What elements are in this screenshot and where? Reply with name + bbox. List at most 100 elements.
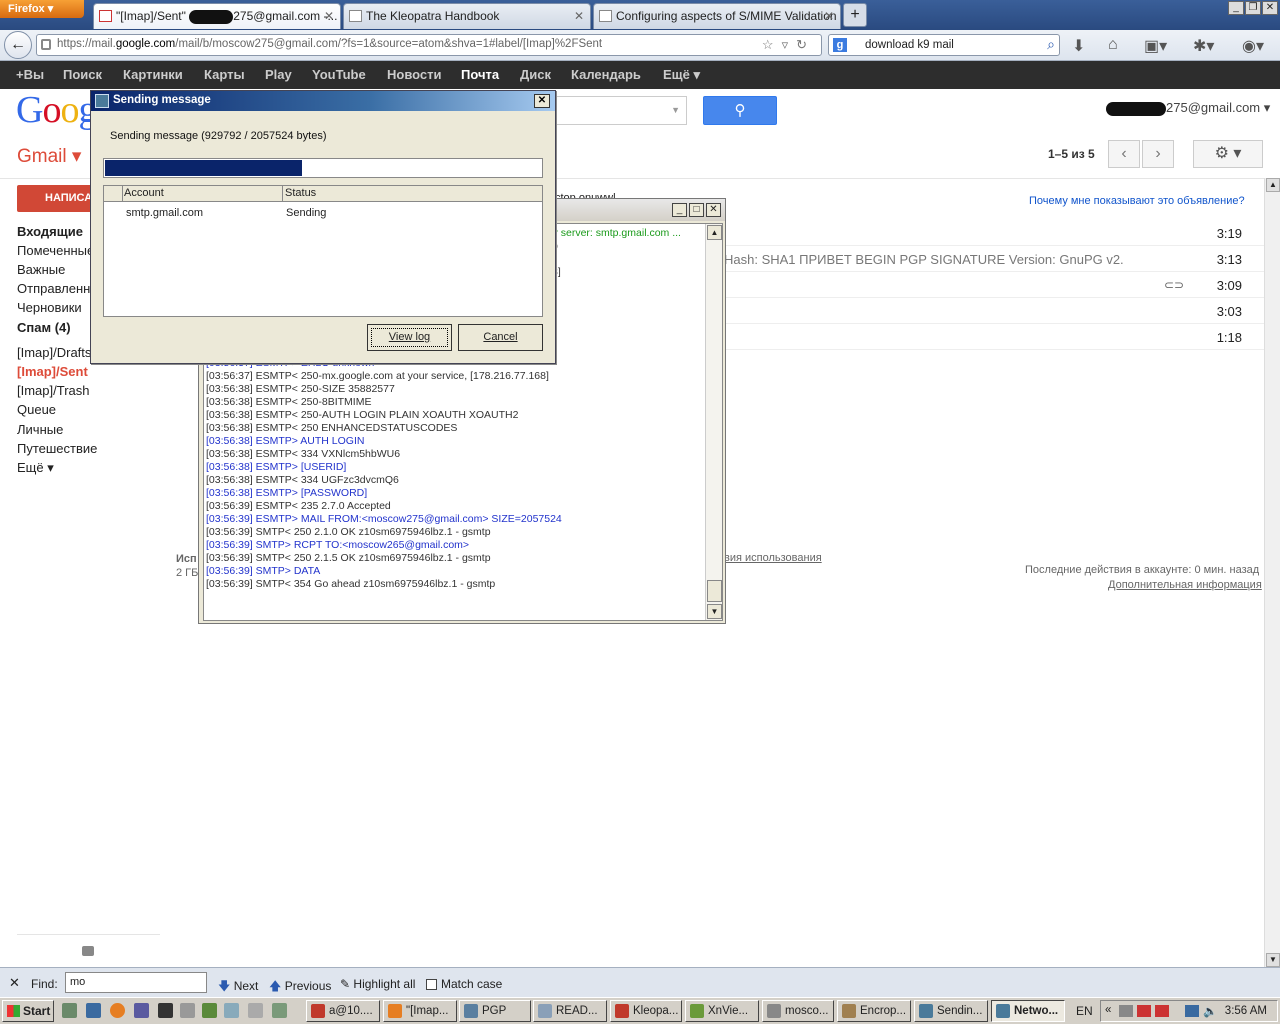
highlight-all-button[interactable]: ✎ Highlight all — [340, 977, 415, 991]
view-log-button[interactable]: View log — [367, 324, 452, 351]
quicklaunch-icon[interactable] — [224, 1003, 239, 1018]
quicklaunch-icon[interactable] — [248, 1003, 263, 1018]
bookmark-star-icon[interactable]: ☆▿↻ — [762, 37, 815, 53]
addon-icon[interactable]: ✱▾ — [1193, 36, 1214, 56]
table-row[interactable]: 3:03 — [724, 298, 1264, 324]
compose-button[interactable]: НАПИСАТЬ — [17, 185, 97, 212]
firefox-menu-button[interactable]: Firefox ▾ — [0, 0, 84, 18]
volume-icon[interactable]: 🔈 — [1203, 1004, 1217, 1018]
tab-smime-validation[interactable]: Configuring aspects of S/MIME Validation… — [593, 3, 841, 29]
start-button[interactable]: Start — [2, 1000, 54, 1022]
table-row[interactable]: ⊂⊃ 3:09 — [724, 272, 1264, 298]
close-icon[interactable]: ✕ — [534, 94, 550, 108]
sidebar-item-queue[interactable]: Queue — [17, 402, 56, 417]
close-icon[interactable]: ✕ — [9, 975, 20, 991]
gbar-more[interactable]: Ещё ▾ — [663, 67, 700, 83]
maximize-icon[interactable]: □ — [689, 203, 704, 217]
gbar-plus-you[interactable]: +Вы — [16, 67, 44, 82]
sidebar-item-drafts[interactable]: Черновики — [17, 300, 82, 315]
new-tab-button[interactable]: + — [843, 3, 867, 27]
gbar-youtube[interactable]: YouTube — [312, 67, 366, 82]
restore-icon[interactable]: ❐ — [1245, 1, 1261, 15]
page-scrollbar[interactable]: ▲ ▼ — [1264, 178, 1280, 967]
details-link[interactable]: Дополнительная информация — [1108, 579, 1262, 591]
mail-search-input[interactable]: ▼ — [540, 96, 687, 125]
older-button[interactable]: ‹ — [1108, 140, 1140, 168]
sidebar-item-travel[interactable]: Путешествие — [17, 441, 97, 456]
address-bar[interactable]: https://mail.google.com/mail/b/moscow275… — [36, 34, 822, 56]
find-next-button[interactable]: 🡇 Next — [218, 977, 258, 998]
firefox-icon[interactable] — [110, 1003, 125, 1018]
sidebar-item-personal[interactable]: Личные — [17, 422, 63, 437]
table-row[interactable]: 1:18 — [724, 324, 1264, 350]
scroll-up-icon[interactable]: ▲ — [1266, 178, 1280, 192]
language-indicator[interactable]: EN — [1076, 1004, 1093, 1018]
sidebar-item-more[interactable]: Ещё ▾ — [17, 460, 54, 476]
taskbar-button[interactable]: Encrop... — [837, 1000, 911, 1022]
gbar-mail[interactable]: Почта — [461, 67, 499, 82]
tray-icon[interactable] — [1137, 1005, 1151, 1017]
cancel-button[interactable]: Cancel — [458, 324, 543, 351]
scroll-thumb[interactable] — [707, 580, 722, 602]
sidebar-item-inbox[interactable]: Входящие — [17, 224, 83, 239]
taskbar-button[interactable]: XnVie... — [685, 1000, 759, 1022]
table-row[interactable]: Hash: SHA1 ПРИВЕТ BEGIN PGP SIGNATURE Ve… — [724, 246, 1264, 272]
newer-button[interactable]: › — [1142, 140, 1174, 168]
quicklaunch-icon[interactable] — [180, 1003, 195, 1018]
taskbar-button[interactable]: a@10.... — [306, 1000, 380, 1022]
find-input[interactable]: mo — [65, 972, 207, 993]
quicklaunch-icon[interactable] — [158, 1003, 173, 1018]
ad-why-link[interactable]: Почему мне показывают это объявление? — [1029, 195, 1245, 207]
sidebar-item-spam[interactable]: Спам (4) — [17, 320, 71, 335]
quicklaunch-icon[interactable] — [272, 1003, 287, 1018]
quicklaunch-icon[interactable] — [86, 1003, 101, 1018]
gbar-drive[interactable]: Диск — [520, 67, 551, 82]
search-icon[interactable]: ⌕ — [1047, 36, 1055, 53]
chat-icon[interactable] — [82, 946, 94, 956]
minimize-icon[interactable]: _ — [672, 203, 687, 217]
tab-gmail-sent[interactable]: "[Imap]/Sent" 275@gmail.com -... ✕ — [93, 3, 341, 29]
gbar-images[interactable]: Картинки — [123, 67, 183, 82]
sidebar-item-imap-drafts[interactable]: [Imap]/Drafts — [17, 345, 91, 360]
close-tab-icon[interactable]: ✕ — [824, 9, 834, 23]
tray-icon[interactable] — [1155, 1005, 1169, 1017]
close-tab-icon[interactable]: ✕ — [324, 9, 334, 23]
gbar-news[interactable]: Новости — [387, 67, 442, 82]
close-icon[interactable]: ✕ — [1262, 1, 1278, 15]
dialog-titlebar[interactable]: Sending message ✕ — [91, 91, 555, 111]
scroll-down-icon[interactable]: ▼ — [1266, 953, 1280, 967]
tray-expand-icon[interactable]: « — [1105, 1004, 1111, 1016]
gmail-menu[interactable]: Gmail ▾ — [17, 145, 81, 168]
gbar-search[interactable]: Поиск — [63, 67, 102, 82]
theme-icon[interactable]: ◉▾ — [1242, 36, 1264, 56]
tab-kleopatra-handbook[interactable]: The Kleopatra Handbook ✕ — [343, 3, 591, 29]
gbar-calendar[interactable]: Календарь — [571, 67, 641, 82]
column-account[interactable]: Account — [124, 187, 164, 199]
table-row[interactable]: 3:19 — [724, 220, 1264, 246]
scroll-up-icon[interactable]: ▲ — [707, 225, 722, 240]
close-tab-icon[interactable]: ✕ — [574, 9, 584, 23]
close-icon[interactable]: ✕ — [706, 203, 721, 217]
log-scrollbar[interactable]: ▲ ▼ — [705, 224, 722, 620]
sidebar-item-important[interactable]: Важные — [17, 262, 65, 277]
taskbar-button[interactable]: Sendin... — [914, 1000, 988, 1022]
quicklaunch-icon[interactable] — [62, 1003, 77, 1018]
taskbar-button[interactable]: PGP — [459, 1000, 531, 1022]
sidebar-item-starred[interactable]: Помеченные — [17, 243, 94, 258]
taskbar-button[interactable]: Netwo... — [991, 1000, 1065, 1022]
search-bar[interactable]: g download k9 mail ⌕ — [828, 34, 1060, 56]
google-engine-icon[interactable]: g — [833, 38, 847, 52]
column-status[interactable]: Status — [285, 187, 316, 199]
search-button[interactable]: ⚲ — [703, 96, 777, 125]
tray-icon[interactable] — [1119, 1005, 1133, 1017]
terms-link[interactable]: вия использования — [724, 552, 822, 564]
taskbar-button[interactable]: Kleopa... — [610, 1000, 682, 1022]
account-table[interactable]: Account Status smtp.gmail.com Sending — [103, 185, 543, 317]
gbar-play[interactable]: Play — [265, 67, 292, 82]
back-button[interactable]: ← — [4, 31, 32, 59]
taskbar-button[interactable]: READ... — [533, 1000, 607, 1022]
bookmarks-icon[interactable]: ▣▾ — [1144, 36, 1167, 56]
match-case-checkbox[interactable]: Match case — [426, 977, 502, 991]
taskbar-button[interactable]: "[Imap... — [383, 1000, 457, 1022]
settings-button[interactable]: ⚙ ▾ — [1193, 140, 1263, 168]
